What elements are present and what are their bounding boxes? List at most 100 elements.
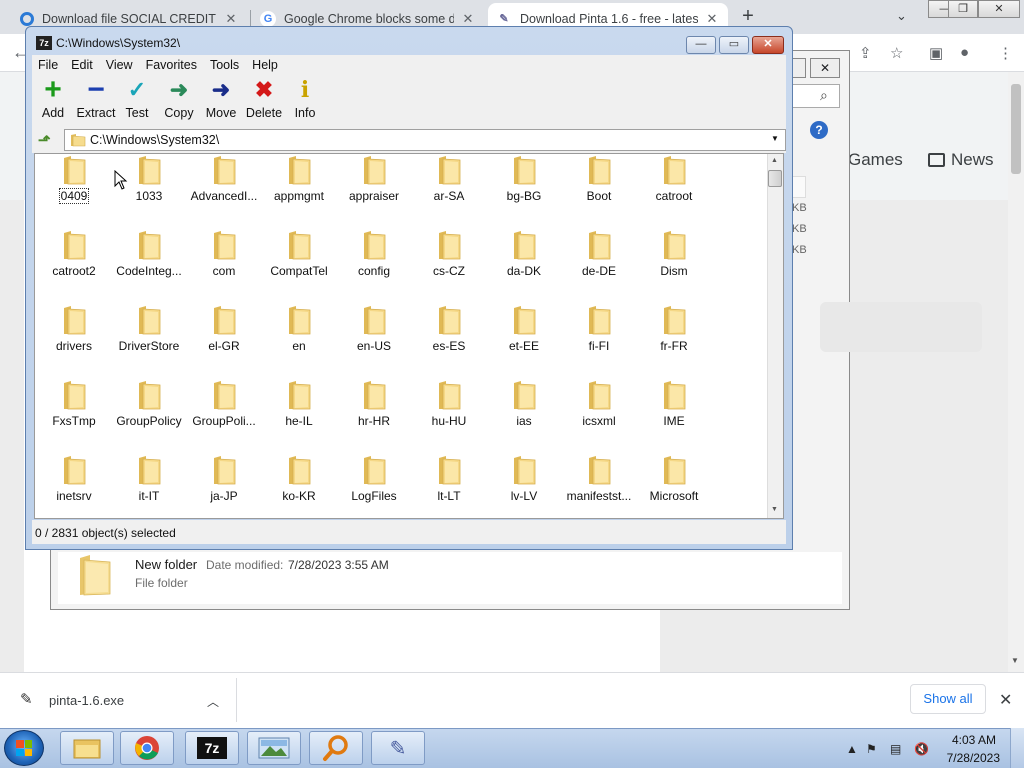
folder-item[interactable]: en <box>261 305 337 353</box>
folder-item[interactable]: FxsTmp <box>36 380 112 428</box>
folder-item[interactable]: icsxml <box>561 380 637 428</box>
scroll-up-icon[interactable]: ▲ <box>771 157 778 164</box>
nav-news[interactable]: News <box>928 150 994 170</box>
folder-item[interactable]: hu-HU <box>411 380 487 428</box>
folder-item[interactable]: com <box>186 230 262 278</box>
menu-favorites[interactable]: Favorites <box>140 58 203 72</box>
taskbar-pinta[interactable]: ✎ <box>371 731 425 765</box>
folder-item[interactable]: appmgmt <box>261 155 337 203</box>
close-icon[interactable]: ✕ <box>999 690 1012 710</box>
search-input[interactable] <box>792 84 840 108</box>
folder-item[interactable]: en-US <box>336 305 412 353</box>
menu-help[interactable]: Help <box>246 58 284 72</box>
show-all-button[interactable]: Show all <box>910 684 986 714</box>
list-scroll-thumb[interactable] <box>768 170 782 187</box>
folder-item[interactable]: Microsoft <box>636 455 712 503</box>
side-panel-icon[interactable]: ▣ <box>929 44 943 62</box>
up-folder-icon[interactable]: ⬏ <box>38 131 51 149</box>
folder-item[interactable]: Dism <box>636 230 712 278</box>
folder-item[interactable]: de-DE <box>561 230 637 278</box>
close-tab-icon[interactable]: ✕ <box>460 11 476 27</box>
profile-icon[interactable]: ● <box>960 44 969 61</box>
folder-item[interactable]: LogFiles <box>336 455 412 503</box>
folder-item[interactable]: lt-LT <box>411 455 487 503</box>
maximize-button[interactable]: ❐ <box>948 0 978 18</box>
folder-item[interactable]: fr-FR <box>636 305 712 353</box>
test-button[interactable]: ✓ Test <box>113 78 161 121</box>
taskbar-search[interactable] <box>309 731 363 765</box>
chevron-down-icon[interactable]: ⌄ <box>896 8 907 24</box>
nav-games[interactable]: Games <box>848 150 903 170</box>
folder-item[interactable]: manifestst... <box>561 455 637 503</box>
folder-item[interactable]: IME <box>636 380 712 428</box>
folder-item[interactable]: config <box>336 230 412 278</box>
menu-file[interactable]: File <box>32 58 64 72</box>
maximize-button[interactable]: ▭ <box>719 36 749 54</box>
chevron-up-icon[interactable]: ︿ <box>207 693 219 710</box>
star-icon[interactable]: ☆ <box>890 44 903 62</box>
clock-date[interactable]: 7/28/2023 <box>944 751 1000 765</box>
tray-chevron-icon[interactable]: ▲ <box>846 742 858 756</box>
action-center-icon[interactable]: ⚑ <box>866 742 877 756</box>
menu-view[interactable]: View <box>100 58 139 72</box>
folder-item[interactable]: ias <box>486 380 562 428</box>
taskbar-photo-viewer[interactable] <box>247 731 301 765</box>
scroll-down-icon[interactable]: ▼ <box>771 506 778 513</box>
folder-item[interactable]: AdvancedI... <box>186 155 262 203</box>
folder-item[interactable]: it-IT <box>111 455 187 503</box>
show-desktop-button[interactable] <box>1010 728 1024 768</box>
scroll-down-icon[interactable]: ▼ <box>1011 656 1019 665</box>
volume-muted-icon[interactable]: 🔇 <box>914 742 929 756</box>
folder-item[interactable]: et-EE <box>486 305 562 353</box>
folder-item[interactable]: ja-JP <box>186 455 262 503</box>
clock-time[interactable]: 4:03 AM <box>948 733 996 747</box>
download-file-name[interactable]: pinta-1.6.exe <box>49 693 124 708</box>
folder-item[interactable]: DriverStore <box>111 305 187 353</box>
taskbar-chrome[interactable] <box>120 731 174 765</box>
column-header[interactable] <box>792 176 806 198</box>
folder-item[interactable]: Boot <box>561 155 637 203</box>
close-button[interactable]: ✕ <box>752 36 784 54</box>
network-icon[interactable]: ▤ <box>890 742 901 756</box>
help-icon[interactable]: ? <box>810 121 828 139</box>
folder-item[interactable]: he-IL <box>261 380 337 428</box>
close-button[interactable]: ✕ <box>978 0 1020 18</box>
folder-item[interactable]: drivers <box>36 305 112 353</box>
close-tab-icon[interactable]: ✕ <box>704 11 720 27</box>
folder-item[interactable]: es-ES <box>411 305 487 353</box>
folder-item[interactable]: inetsrv <box>36 455 112 503</box>
folder-item[interactable]: ko-KR <box>261 455 337 503</box>
folder-item[interactable]: fi-FI <box>561 305 637 353</box>
folder-item[interactable]: catroot2 <box>36 230 112 278</box>
close-button[interactable]: ✕ <box>810 58 840 78</box>
folder-item[interactable]: hr-HR <box>336 380 412 428</box>
menu-tools[interactable]: Tools <box>204 58 245 72</box>
folder-item[interactable]: CodeInteg... <box>111 230 187 278</box>
search-icon[interactable]: ⌕ <box>820 87 828 104</box>
share-icon[interactable]: ⇪ <box>859 44 872 62</box>
folder-item[interactable]: catroot <box>636 155 712 203</box>
folder-item[interactable]: GroupPolicy <box>111 380 187 428</box>
folder-item[interactable]: lv-LV <box>486 455 562 503</box>
page-scroll-thumb[interactable] <box>1011 84 1021 174</box>
folder-item[interactable]: CompatTel <box>261 230 337 278</box>
folder-item[interactable]: da-DK <box>486 230 562 278</box>
taskbar-explorer[interactable] <box>60 731 114 765</box>
chevron-down-icon[interactable]: ▼ <box>771 134 779 143</box>
menu-edit[interactable]: Edit <box>65 58 99 72</box>
move-button[interactable]: ➜ Move <box>197 78 245 121</box>
minimize-button[interactable]: — <box>686 36 716 54</box>
folder-item[interactable]: bg-BG <box>486 155 562 203</box>
close-tab-icon[interactable]: ✕ <box>223 11 239 27</box>
info-button[interactable]: i Info <box>281 78 329 120</box>
folder-item[interactable]: 0409 <box>36 155 112 204</box>
folder-item[interactable]: appraiser <box>336 155 412 203</box>
folder-item[interactable]: cs-CZ <box>411 230 487 278</box>
copy-button[interactable]: ➜ Copy <box>155 78 203 121</box>
more-menu-icon[interactable]: ⋮ <box>998 44 1013 62</box>
folder-item[interactable]: GroupPoli... <box>186 380 262 428</box>
taskbar-7zip[interactable]: 7z <box>185 731 239 765</box>
add-button[interactable]: + Add <box>29 75 77 121</box>
folder-item[interactable]: el-GR <box>186 305 262 353</box>
list-scrollbar[interactable] <box>767 154 783 518</box>
